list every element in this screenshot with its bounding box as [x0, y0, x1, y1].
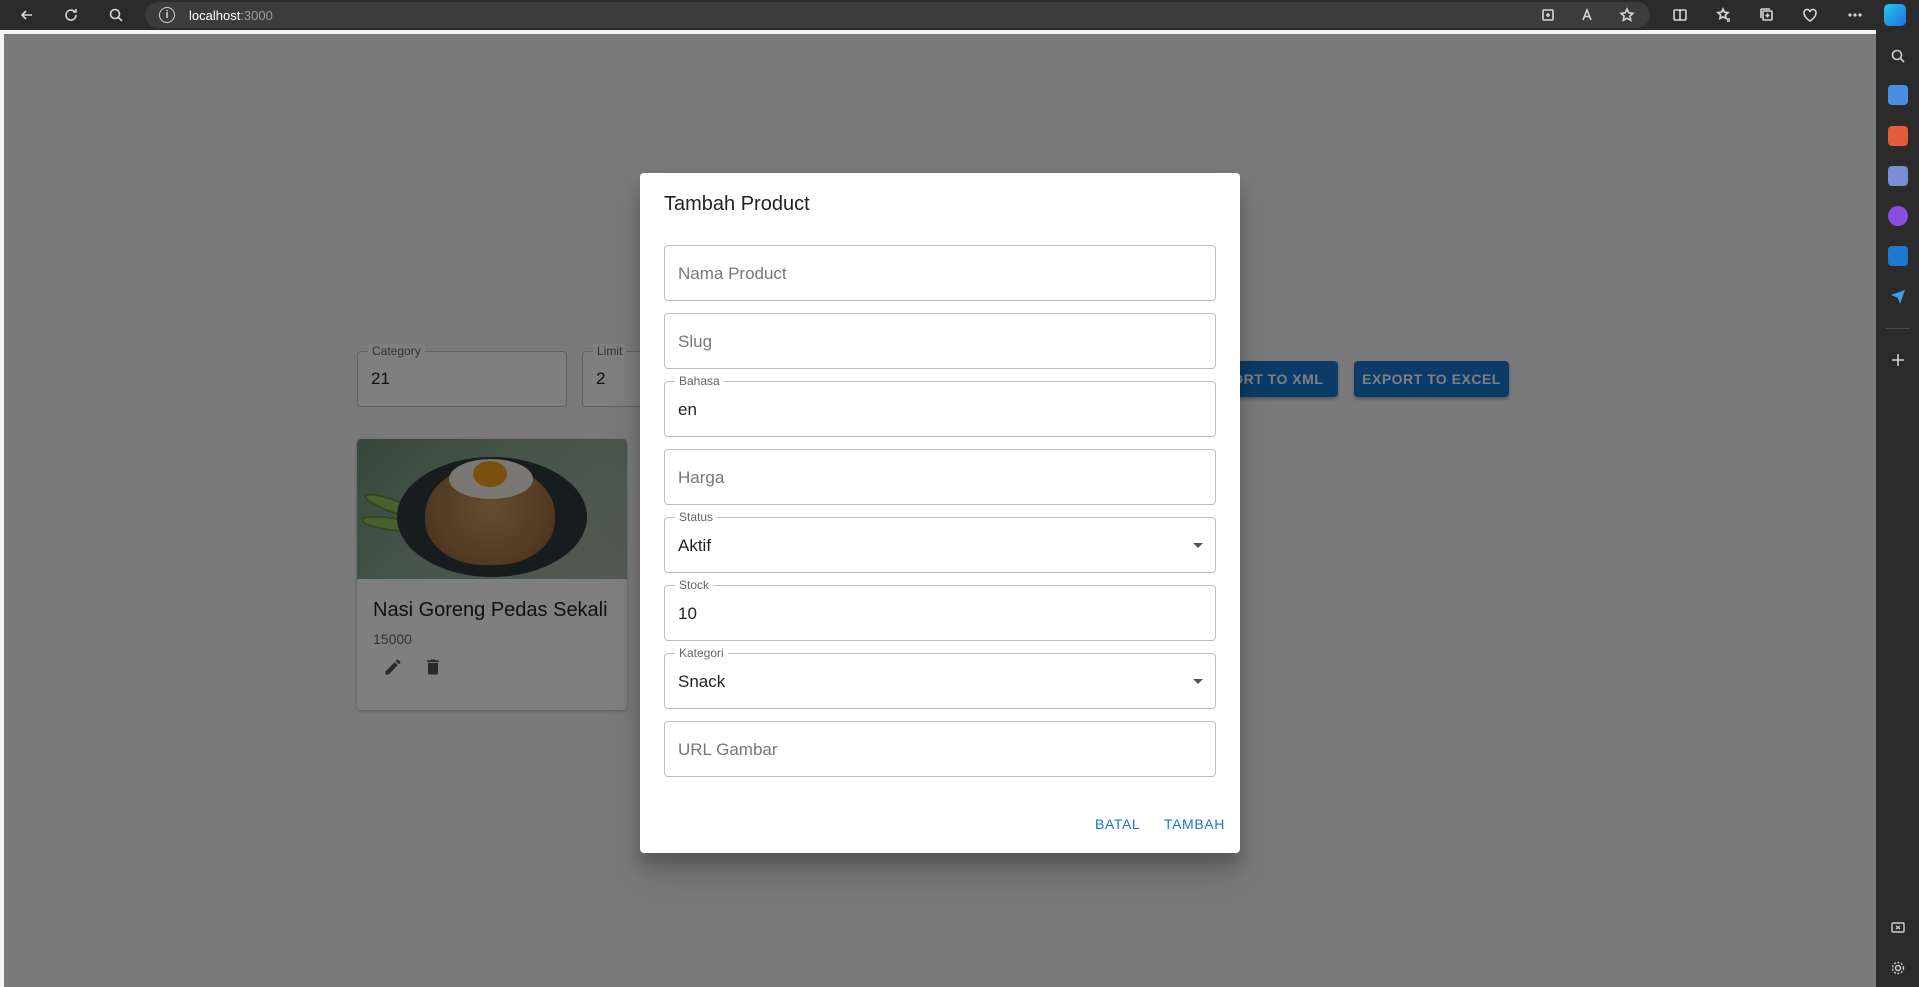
sidebar-search-icon[interactable] — [1888, 46, 1908, 66]
status-value: Aktif — [678, 536, 712, 555]
nama-product-input[interactable]: Nama Product — [664, 245, 1216, 301]
stock-value: 10 — [678, 604, 697, 623]
screenshot-icon[interactable] — [1888, 918, 1908, 938]
more-options-icon[interactable] — [1843, 3, 1867, 27]
tools-icon[interactable] — [1888, 126, 1908, 146]
status-label: Status — [675, 510, 718, 524]
kategori-value: Snack — [678, 672, 726, 691]
site-info-icon[interactable]: i — [159, 7, 175, 23]
url-gambar-input[interactable]: URL Gambar — [664, 721, 1216, 777]
kategori-select[interactable]: Kategori Snack — [664, 646, 1216, 709]
copilot-icon[interactable] — [1884, 4, 1906, 26]
add-icon[interactable] — [1888, 350, 1908, 370]
outlook-icon[interactable] — [1888, 246, 1908, 266]
edge-sidebar — [1876, 30, 1919, 987]
games-icon[interactable] — [1888, 166, 1908, 186]
status-select[interactable]: Status Aktif — [664, 510, 1216, 573]
search-icon[interactable] — [104, 3, 128, 27]
add-product-dialog: Tambah Product Nama Product Slug Bahasa … — [640, 173, 1240, 853]
shopping-tag-icon[interactable] — [1888, 85, 1908, 105]
microsoft-365-icon[interactable] — [1888, 206, 1908, 226]
status-dropdown-arrow-icon[interactable] — [1193, 543, 1203, 548]
split-screen-icon[interactable] — [1668, 3, 1692, 27]
url-host: localhost — [189, 7, 241, 23]
settings-gear-icon[interactable] — [1888, 958, 1908, 978]
kategori-dropdown-arrow-icon[interactable] — [1193, 679, 1203, 684]
stock-input[interactable]: Stock 10 — [664, 578, 1216, 641]
favorite-star-icon[interactable] — [1615, 3, 1639, 27]
slug-placeholder: Slug — [678, 332, 713, 351]
bahasa-input[interactable]: Bahasa en — [664, 374, 1216, 437]
stock-label: Stock — [675, 578, 714, 592]
browser-essentials-icon[interactable] — [1798, 3, 1822, 27]
dialog-title: Tambah Product — [664, 193, 810, 215]
send-icon[interactable] — [1888, 286, 1908, 306]
harga-placeholder: Harga — [678, 468, 725, 487]
app-available-icon[interactable] — [1536, 3, 1560, 27]
browser-toolbar: i localhost:3000 — [0, 0, 1919, 30]
refresh-icon[interactable] — [59, 3, 83, 27]
kategori-label: Kategori — [675, 646, 728, 660]
back-icon[interactable] — [15, 3, 39, 27]
submit-button[interactable]: TAMBAH — [1164, 816, 1225, 832]
read-aloud-icon[interactable] — [1576, 3, 1600, 27]
sidebar-divider — [1886, 328, 1910, 329]
url-gambar-placeholder: URL Gambar — [678, 740, 778, 759]
harga-input[interactable]: Harga — [664, 449, 1216, 505]
bahasa-label: Bahasa — [675, 374, 724, 388]
address-bar[interactable]: i localhost:3000 — [145, 2, 1650, 28]
nama-product-placeholder: Nama Product — [678, 264, 787, 283]
slug-input[interactable]: Slug — [664, 313, 1216, 369]
cancel-button[interactable]: BATAL — [1095, 816, 1140, 832]
favorites-icon[interactable] — [1712, 3, 1736, 27]
url-port: :3000 — [240, 7, 273, 23]
collections-icon[interactable] — [1755, 3, 1779, 27]
bahasa-value: en — [678, 400, 697, 419]
